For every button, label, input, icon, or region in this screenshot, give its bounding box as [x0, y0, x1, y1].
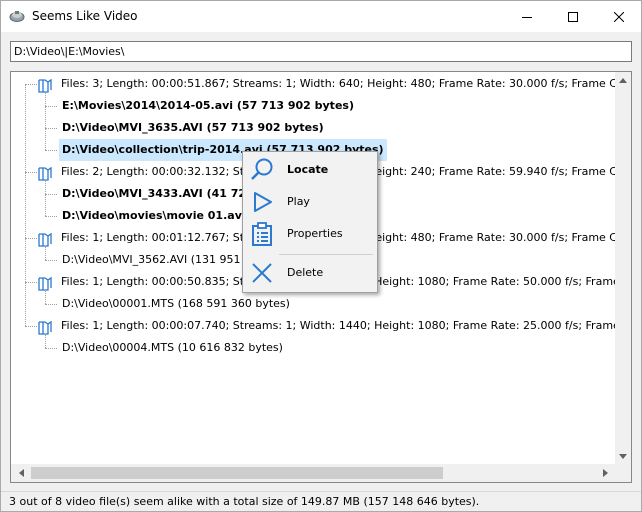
scroll-up-arrow-icon[interactable] — [615, 72, 631, 88]
tree-file-row[interactable]: E:\Movies\2014\2014-05.avi (57 713 902 b… — [11, 95, 615, 117]
search-icon — [251, 158, 273, 180]
tree-connector — [25, 326, 37, 327]
menu-item-locate[interactable]: Locate — [245, 155, 375, 185]
menu-item-play[interactable]: Play — [245, 187, 375, 217]
folder-path-input[interactable] — [10, 41, 632, 62]
tree-file-row[interactable]: D:\Video\00004.MTS (10 616 832 bytes) — [11, 337, 615, 359]
horizontal-scrollbar[interactable] — [11, 464, 615, 482]
scroll-right-arrow-icon[interactable] — [597, 465, 613, 481]
tree-connector — [25, 172, 37, 173]
tree-group-row[interactable]: Files: 1; Length: 00:00:07.740; Streams:… — [11, 315, 615, 337]
video-group-icon — [38, 166, 52, 181]
minimize-button[interactable] — [504, 1, 550, 32]
context-menu[interactable]: Locate Play Properties Delete — [242, 151, 378, 293]
window-title: Seems Like Video — [32, 9, 138, 23]
tree-connector — [45, 128, 57, 129]
tree-connector — [45, 194, 57, 195]
group-info-text: Files: 3; Length: 00:00:51.867; Streams:… — [61, 77, 615, 90]
group-info-text: Files: 1; Length: 00:00:07.740; Streams:… — [61, 319, 615, 332]
app-window: Seems Like Video Files: 3; Length: 00:00… — [0, 0, 642, 512]
close-icon — [252, 263, 272, 283]
tree-connector — [25, 84, 26, 326]
video-group-icon — [38, 78, 52, 93]
maximize-button[interactable] — [550, 1, 596, 32]
close-button[interactable] — [596, 1, 642, 32]
file-entry-text: D:\Video\00001.MTS (168 591 360 bytes) — [62, 297, 290, 310]
menu-separator — [279, 254, 373, 255]
tree-connector — [45, 106, 57, 107]
tree-file-row[interactable]: D:\Video\MVI_3635.AVI (57 713 902 bytes) — [11, 117, 615, 139]
close-window-icon — [614, 11, 624, 22]
scroll-down-arrow-icon[interactable] — [615, 448, 631, 464]
tree-connector — [25, 282, 37, 283]
maximize-icon — [568, 11, 578, 22]
file-entry-text: D:\Video\MVI_3635.AVI (57 713 902 bytes) — [62, 121, 324, 134]
minimize-icon — [522, 16, 532, 18]
video-group-icon — [38, 276, 52, 291]
tree-connector — [45, 291, 46, 304]
tree-connector — [25, 84, 37, 85]
tree-connector — [45, 348, 57, 349]
tree-connector — [45, 260, 57, 261]
tree-connector — [45, 335, 46, 348]
menu-item-delete[interactable]: Delete — [245, 258, 375, 288]
app-logo-icon — [9, 11, 25, 22]
horizontal-scroll-thumb[interactable] — [31, 467, 443, 479]
menu-label-properties: Properties — [287, 227, 343, 240]
tree-group-row[interactable]: Files: 3; Length: 00:00:51.867; Streams:… — [11, 73, 615, 95]
scroll-left-arrow-icon[interactable] — [13, 465, 29, 481]
tree-connector — [45, 150, 57, 151]
video-group-icon — [38, 320, 52, 335]
play-icon — [254, 192, 272, 212]
tree-connector — [45, 93, 46, 150]
tree-connector — [45, 304, 57, 305]
tree-connector — [45, 216, 57, 217]
tree-connector — [45, 181, 46, 216]
properties-icon — [252, 222, 272, 246]
title-bar[interactable]: Seems Like Video — [1, 1, 641, 32]
tree-connector — [45, 247, 46, 260]
tree-connector — [25, 238, 37, 239]
video-group-icon — [38, 232, 52, 247]
vertical-scrollbar[interactable] — [615, 72, 631, 464]
file-entry-text: E:\Movies\2014\2014-05.avi (57 713 902 b… — [62, 99, 354, 112]
scroll-corner — [615, 464, 631, 482]
status-text: 3 out of 8 video file(s) seem alike with… — [9, 495, 480, 508]
menu-item-properties[interactable]: Properties — [245, 219, 375, 249]
file-entry-text: D:\Video\00004.MTS (10 616 832 bytes) — [62, 341, 283, 354]
tree-file-row[interactable]: D:\Video\00001.MTS (168 591 360 bytes) — [11, 293, 615, 315]
menu-label-delete: Delete — [287, 266, 324, 279]
menu-label-play: Play — [287, 195, 310, 208]
status-bar: 3 out of 8 video file(s) seem alike with… — [1, 491, 641, 511]
menu-label-locate: Locate — [287, 163, 329, 176]
